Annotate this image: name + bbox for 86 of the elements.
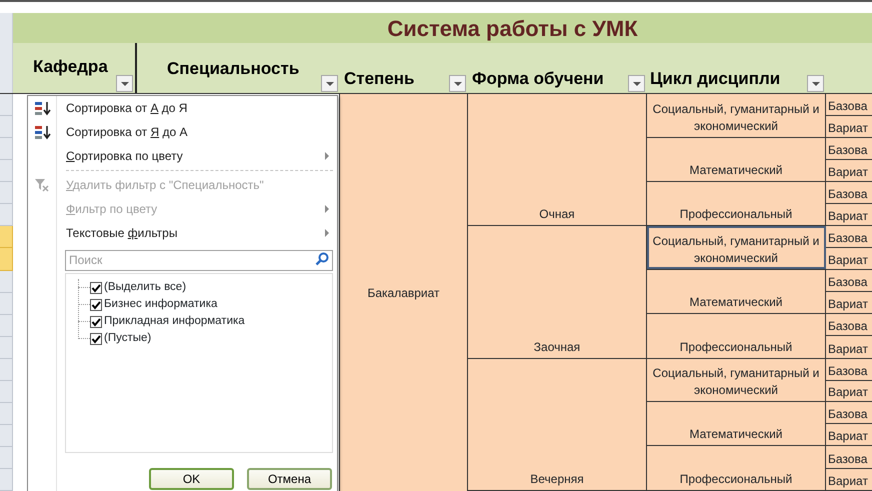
table-cell: Базова xyxy=(826,94,872,116)
table-cell: Математический xyxy=(647,402,826,446)
checkbox[interactable] xyxy=(90,316,102,328)
table-cell: Социальный, гуманитарный и экономический xyxy=(647,358,826,402)
caret-icon xyxy=(454,82,462,86)
filter-dropdown-button[interactable] xyxy=(321,75,338,92)
sort-descending-icon xyxy=(34,125,52,141)
sheet-title: Система работы с УМК xyxy=(386,14,639,43)
row-header xyxy=(0,358,13,381)
menu-item[interactable]: Сортировка от А до Я xyxy=(28,96,337,120)
table-cell: Базова xyxy=(826,446,872,469)
table-cell-text: Вариат xyxy=(827,428,869,446)
table-cell: Базова xyxy=(826,314,872,336)
checkbox[interactable] xyxy=(90,282,102,294)
row-header xyxy=(0,138,13,160)
table-cell: Профессиональный xyxy=(647,446,826,490)
table-cell: Вечерняя xyxy=(468,358,647,490)
table-cell: Очная xyxy=(468,94,647,226)
row-header xyxy=(0,447,13,470)
ok-button[interactable]: OK xyxy=(149,468,234,490)
row-header xyxy=(0,270,13,293)
row-header xyxy=(0,226,13,248)
filter-dropdown-button[interactable] xyxy=(116,75,133,92)
table-cell: Профессиональный xyxy=(647,182,826,226)
checkbox-label: Прикладная информатика xyxy=(104,314,245,329)
table-cell-text: Вариат xyxy=(827,473,869,490)
row-header xyxy=(0,160,13,182)
row-header xyxy=(0,182,13,204)
table-cell: Базова xyxy=(826,402,872,424)
column-header: Форма обучени xyxy=(472,68,604,90)
menu-item[interactable]: Сортировка по цвету xyxy=(28,144,337,168)
filter-dropdown-button[interactable] xyxy=(449,75,466,92)
caret-icon xyxy=(812,82,820,86)
search-field[interactable]: Поиск xyxy=(65,250,333,270)
table-cell-text: Вариат xyxy=(827,164,869,181)
submenu-arrow-icon xyxy=(325,205,329,213)
checkbox[interactable] xyxy=(90,332,102,344)
row-header xyxy=(0,336,13,359)
row-header xyxy=(0,116,13,138)
column-header: Кафедра xyxy=(33,56,108,78)
table-cell: Математический xyxy=(647,270,826,313)
caret-icon xyxy=(326,82,334,86)
caret-icon xyxy=(120,82,128,86)
row-header xyxy=(0,204,13,226)
filter-dropdown-button[interactable] xyxy=(807,75,824,92)
row-header xyxy=(0,248,13,270)
row-header xyxy=(0,292,13,315)
row-header xyxy=(0,380,13,403)
table-cell: Заочная xyxy=(468,226,647,358)
checkbox-label: (Пустые) xyxy=(104,330,152,346)
table-cell-text: Вариат xyxy=(827,296,869,313)
row-header xyxy=(0,469,13,491)
table-cell-text: Вариат xyxy=(827,252,869,270)
sort-ascending-icon xyxy=(34,101,52,117)
table-cell: Базова xyxy=(826,226,872,248)
table-cell: Профессиональный xyxy=(647,314,826,358)
row-header xyxy=(0,314,13,337)
table-cell-text: Вариат xyxy=(827,208,869,226)
row-header xyxy=(0,402,13,425)
filter-dropdown-button[interactable] xyxy=(628,75,645,92)
table-cell: Математический xyxy=(647,138,826,181)
table-cell: Базова xyxy=(826,182,872,204)
row-header xyxy=(0,424,13,447)
checkbox-label: (Выделить все) xyxy=(104,280,186,295)
menu-item[interactable]: Сортировка от Я до А xyxy=(28,120,337,144)
table-cell: Социальный, гуманитарный и экономический xyxy=(647,94,826,137)
table-cell-text: Вариат xyxy=(827,340,869,358)
table-cell: Социальный, гуманитарный и экономический xyxy=(647,226,826,270)
table-cell: Бакалавриат xyxy=(340,94,468,491)
table-cell-text: Вариат xyxy=(827,384,869,402)
cancel-button[interactable]: Отмена xyxy=(247,468,332,490)
caret-icon xyxy=(632,82,640,86)
column-header: Специальность xyxy=(167,58,300,80)
table-cell: Базова xyxy=(826,358,872,381)
column-header: Цикл дисципли xyxy=(650,68,780,90)
checkbox[interactable] xyxy=(90,298,102,310)
checkbox-label: Бизнес информатика xyxy=(104,296,218,312)
table-cell: Базова xyxy=(826,270,872,292)
menu-item[interactable]: Текстовые фильтры xyxy=(28,221,337,245)
table-cell: Базова xyxy=(826,138,872,160)
column-header: Степень xyxy=(344,68,414,90)
submenu-arrow-icon xyxy=(325,229,329,237)
submenu-arrow-icon xyxy=(325,152,329,160)
table-cell-text: Вариат xyxy=(827,120,869,137)
clear-filter-icon xyxy=(34,178,50,192)
search-icon xyxy=(315,252,329,266)
